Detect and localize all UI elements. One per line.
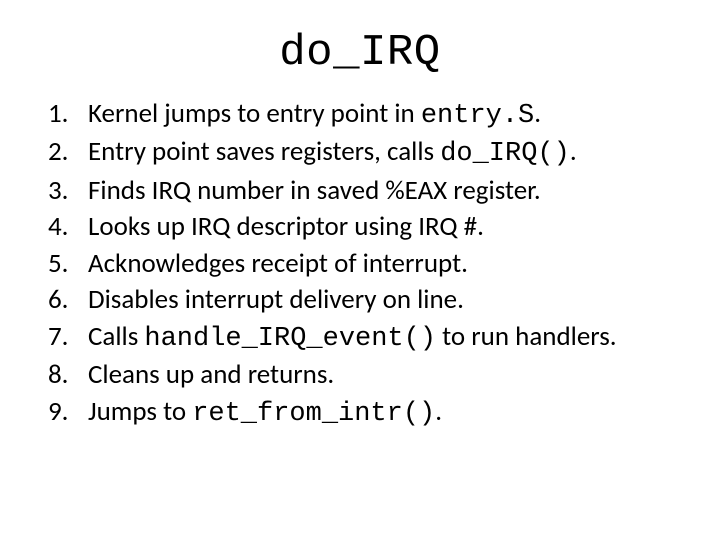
list-item-number: 7. (48, 319, 88, 355)
list-item: 3.Finds IRQ number in saved %EAX registe… (48, 173, 680, 209)
list-item-number: 3. (48, 173, 88, 209)
slide: do_IRQ 1.Kernel jumps to entry point in … (0, 28, 720, 540)
list-item: 8.Cleans up and returns. (48, 357, 680, 393)
list-item-number: 5. (48, 246, 88, 282)
list-item: 4.Looks up IRQ descriptor using IRQ #. (48, 209, 680, 245)
slide-title: do_IRQ (0, 28, 720, 78)
list-item-number: 4. (48, 209, 88, 245)
list-item-text: Kernel jumps to entry point in entry.S. (88, 96, 680, 134)
list-item-number: 6. (48, 282, 88, 318)
list-item: 2.Entry point saves registers, calls do_… (48, 134, 680, 172)
list-item: 1.Kernel jumps to entry point in entry.S… (48, 96, 680, 134)
list-item-text: Jumps to ret_from_intr(). (88, 394, 680, 432)
list-item-number: 9. (48, 394, 88, 430)
list-item-text: Disables interrupt delivery on line. (88, 282, 680, 318)
list-item: 6.Disables interrupt delivery on line. (48, 282, 680, 318)
list-item-number: 2. (48, 134, 88, 170)
list-item: 9.Jumps to ret_from_intr(). (48, 394, 680, 432)
list-item-text: Calls handle_IRQ_event() to run handlers… (88, 319, 680, 357)
list-item-text: Finds IRQ number in saved %EAX register. (88, 173, 680, 209)
body-list: 1.Kernel jumps to entry point in entry.S… (48, 96, 680, 432)
list-item-text: Acknowledges receipt of interrupt. (88, 246, 680, 282)
list-item-text: Cleans up and returns. (88, 357, 680, 393)
list-item-text: Entry point saves registers, calls do_IR… (88, 134, 680, 172)
list-item-number: 1. (48, 96, 88, 132)
list-item-text: Looks up IRQ descriptor using IRQ #. (88, 209, 680, 245)
list-item-number: 8. (48, 357, 88, 393)
list-item: 7.Calls handle_IRQ_event() to run handle… (48, 319, 680, 357)
list-item: 5.Acknowledges receipt of interrupt. (48, 246, 680, 282)
